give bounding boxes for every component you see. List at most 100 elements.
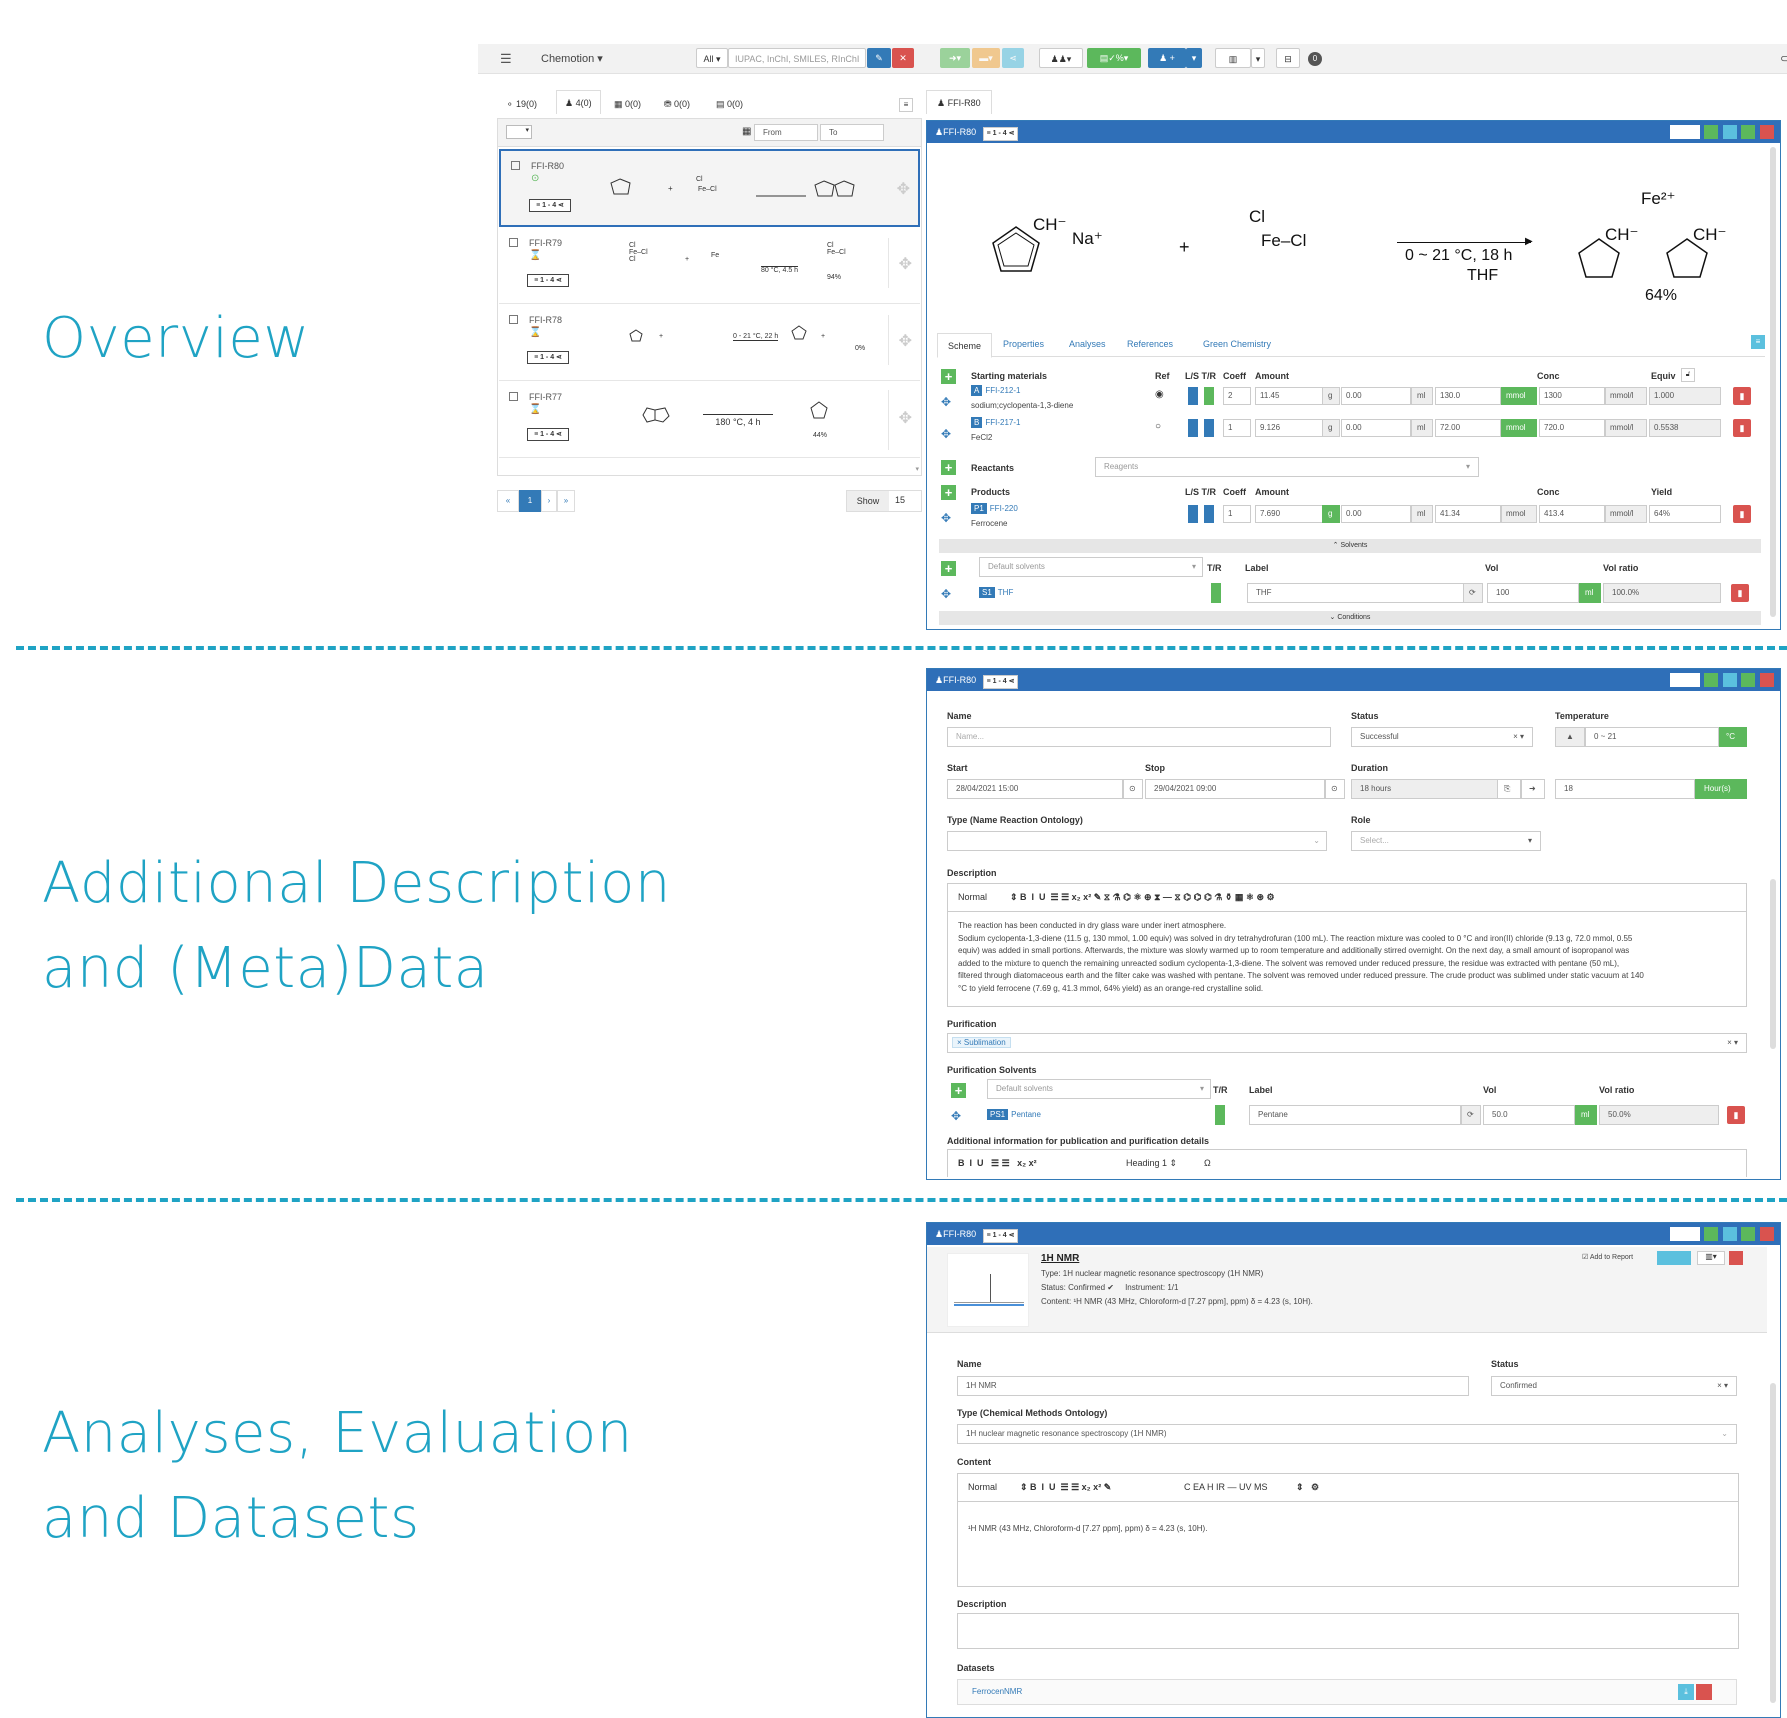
vol-unit[interactable]: ml [1575,1105,1597,1125]
solvent-id[interactable]: PS1 Pentane [987,1109,1041,1120]
dataset-link[interactable]: FerrocenNMR [972,1687,1022,1696]
solvent-vol-input[interactable]: 50.0 [1483,1105,1575,1125]
coeff-input[interactable]: 1 [1223,505,1251,523]
collection-tag[interactable]: ≡ 1 - 4 ⋖ [982,675,1019,689]
product-link[interactable]: FFI-220 [990,504,1018,513]
solvent-id[interactable]: S1 THF [979,587,1013,598]
collection-tag[interactable]: ≡ 1 - 4 ⋖ [527,428,569,441]
conc-input[interactable]: 413.4 [1539,505,1605,523]
mass-input[interactable]: 11.45 [1255,387,1327,405]
solvents-toggle[interactable]: ⌃ Solvents [939,539,1761,553]
select-all-dropdown[interactable]: ▾ [506,125,532,139]
delete-button[interactable]: ▮ [1733,505,1751,523]
drag-handle-icon[interactable]: ✥ [899,254,912,274]
mass-input[interactable]: 7.690 [1255,505,1327,523]
download-icon[interactable]: ⤓ [1678,1684,1694,1700]
scrollbar[interactable] [1770,879,1776,1049]
volume-unit[interactable]: ml [1411,387,1433,405]
conc-unit[interactable]: mmol/l [1605,419,1647,437]
row-checkbox[interactable] [511,161,520,170]
share-button[interactable] [1704,673,1719,687]
scrollbar[interactable] [1770,147,1776,617]
reference-radio[interactable]: ○ [1155,421,1161,432]
temperature-input[interactable]: 0 ~ 21 [1585,727,1719,747]
tr-toggle[interactable] [1215,1105,1225,1125]
status-select[interactable]: Successful × ▾ [1351,727,1533,747]
analysis-type-select[interactable]: 1H nuclear magnetic resonance spectrosco… [957,1424,1737,1444]
tr-toggle[interactable] [1204,419,1214,437]
create-sample-button[interactable]: ♟ + [1148,48,1186,68]
close-button[interactable] [1760,1227,1774,1241]
row-checkbox[interactable] [509,315,518,324]
spectrum-thumbnail[interactable] [947,1253,1029,1327]
lock-icon[interactable]: 🔓︎ [1681,368,1695,382]
drag-handle-icon[interactable]: ✥ [899,408,912,428]
tab-screens[interactable]: ⛃ 0(0) [664,92,690,116]
add-starting-material-button[interactable]: + [941,369,956,384]
product-id[interactable]: P1 FFI-220 [971,503,1018,514]
tab-research-plans[interactable]: ▤ 0(0) [716,92,743,116]
conc-unit[interactable]: mmol/l [1605,387,1647,405]
heading-dropdown[interactable]: Heading 1 ⇕ [1126,1158,1177,1169]
formatting-buttons[interactable]: B I U ☰ ☰ x₂ x² [958,1158,1037,1169]
expand-button[interactable] [1722,673,1737,687]
solvent-link[interactable]: THF [998,588,1014,597]
analysis-name-input[interactable]: 1H NMR [957,1376,1469,1396]
drag-handle-icon[interactable]: ✥ [941,511,951,525]
start-input[interactable]: 28/04/2021 15:00 [947,779,1123,799]
assign-button[interactable]: ▬▾ [972,48,1000,68]
scroll-down-icon[interactable]: ▾ [915,465,919,473]
ls-toggle[interactable] [1188,387,1198,405]
clear-search-button[interactable]: ✕ [892,48,914,68]
share-button[interactable]: ⋖ [1002,48,1024,68]
list-item[interactable]: FFI-R79 ⌛ ≡ 1 - 4 ⋖ Cl Fe–Cl Cl + Fe 80 °C… [499,228,920,304]
solvent-label-input[interactable]: THF [1247,583,1465,603]
search-input[interactable]: IUPAC, InChI, SMILES, RInChI [728,48,866,68]
row-checkbox[interactable] [509,392,518,401]
mass-unit[interactable]: g [1322,505,1340,523]
filter-settings-icon[interactable]: ≡ [899,98,913,112]
close-button[interactable] [1760,673,1774,687]
list-item-selected[interactable]: FFI-R80 ⊙ ≡ 1 - 4 ⋖ + Cl Fe–Cl ✥ [499,149,920,227]
collection-tag[interactable]: ≡ 1 - 4 ⋖ [527,274,569,287]
page-1-button[interactable]: 1 [519,490,541,512]
material-link[interactable]: FFI-212-1 [985,386,1020,395]
default-solvents-select[interactable]: Default solvents ▾ [979,557,1203,577]
ls-toggle[interactable] [1188,419,1198,437]
add-product-button[interactable]: + [941,485,956,500]
logout-icon[interactable]: ⊂ [1780,52,1787,65]
last-page-button[interactable]: » [557,490,575,512]
spectra-editor-button[interactable] [1657,1251,1691,1265]
share-button[interactable] [1704,125,1719,139]
additional-info-editor[interactable]: B I U ☰ ☰ x₂ x² Heading 1 ⇕ Ω [947,1149,1747,1177]
copy-button[interactable] [1741,1227,1756,1241]
stop-input[interactable]: 29/04/2021 09:00 [1145,779,1325,799]
volume-input[interactable]: 0.00 [1341,387,1411,405]
tab-samples[interactable]: ⚬ 19(0) [506,92,537,116]
material-link[interactable]: FFI-217-1 [985,418,1020,427]
mol-unit[interactable]: mmol [1501,419,1537,437]
drag-handle-icon[interactable]: ✥ [941,427,951,441]
description-editor[interactable]: Normal ⇕ B I U ☰ ☰ x₂ x² ✎ ⧖ ⚗ ⌬ ⚛ ⊕ ⧗ —… [947,883,1747,1007]
coeff-input[interactable]: 2 [1223,387,1251,405]
omega-icon[interactable]: Ω [1204,1158,1211,1168]
volume-unit[interactable]: ml [1411,419,1433,437]
volume-input[interactable]: 0.00 [1341,505,1411,523]
reference-radio-checked[interactable]: ◉ [1155,389,1164,400]
drag-handle-icon[interactable]: ✥ [897,179,910,199]
move-button[interactable]: ➜▾ [940,48,970,68]
collection-tag[interactable]: ≡ 1 - 4 ⋖ [527,351,569,364]
dataset-item[interactable]: FerrocenNMR ⤓ [957,1679,1737,1705]
tab-green-chemistry[interactable]: Green Chemistry [1203,339,1271,349]
clock-icon[interactable]: ⊙ [1123,779,1143,799]
conc-input[interactable]: 720.0 [1539,419,1605,437]
text-style-dropdown[interactable]: Normal [968,1482,997,1492]
delete-button[interactable]: ▮ [1727,1106,1745,1124]
yield-input[interactable]: 64% [1649,505,1721,523]
scrollbar[interactable] [1770,1383,1776,1703]
collection-tag[interactable]: ≡ 1 - 4 ⋖ [982,127,1019,141]
drag-handle-icon[interactable]: ✥ [941,395,951,409]
copy-button[interactable] [1741,673,1756,687]
date-from-input[interactable]: From [754,124,818,141]
add-reactant-button[interactable]: + [941,460,956,475]
